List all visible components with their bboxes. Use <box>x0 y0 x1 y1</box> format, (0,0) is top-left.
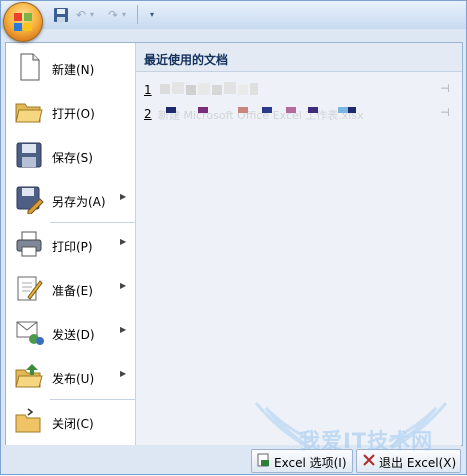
save-icon[interactable] <box>53 7 69 23</box>
exit-excel-label: 退出 Excel(X) <box>379 456 457 470</box>
menu-item-save-as[interactable]: 另存为(A) ▶ <box>6 178 135 222</box>
menu-footer: Excel 选项(I) 退出 Excel(X) <box>5 445 461 473</box>
prepare-icon <box>17 276 43 301</box>
menu-item-close[interactable]: 关闭(C) <box>6 400 135 444</box>
pin-icon[interactable]: ⊣ <box>440 107 454 118</box>
menu-item-label: 保存(S) <box>52 151 93 165</box>
recent-documents-header: 最近使用的文档 <box>136 43 462 72</box>
recent-documents-title: 最近使用的文档 <box>144 53 229 67</box>
menu-item-label: 准备(E) <box>52 284 93 298</box>
menu-item-open[interactable]: 打开(O) <box>6 90 135 134</box>
menu-item-label: 另存为(A) <box>52 195 106 209</box>
submenu-arrow-icon: ▶ <box>120 192 127 201</box>
menu-item-print[interactable]: 打印(P) ▶ <box>6 223 135 267</box>
excel-options-label: Excel 选项(I) <box>274 456 347 470</box>
menu-item-label: 发布(U) <box>52 372 95 386</box>
pin-icon[interactable]: ⊣ <box>440 83 454 94</box>
save-as-icon <box>16 186 44 214</box>
save-disk-icon <box>16 142 42 168</box>
recent-document-number: 1 <box>144 83 152 97</box>
recent-document-number: 2 <box>144 107 152 121</box>
submenu-arrow-icon: ▶ <box>120 281 127 290</box>
redo-dropdown-icon[interactable]: ▾ <box>119 7 129 23</box>
office-logo-icon <box>14 13 32 31</box>
menu-item-label: 关闭(C) <box>52 417 94 431</box>
send-icon <box>16 321 44 345</box>
exit-excel-button[interactable]: 退出 Excel(X) <box>356 449 461 473</box>
submenu-arrow-icon: ▶ <box>120 325 127 334</box>
toolbar-separator <box>137 5 138 24</box>
undo-dropdown-icon[interactable]: ▾ <box>87 7 97 23</box>
blurred-filename <box>160 82 258 95</box>
excel-options-button[interactable]: Excel 选项(I) <box>251 449 353 473</box>
customize-toolbar-icon[interactable]: ▾ <box>147 7 157 23</box>
menu-item-send[interactable]: 发送(D) ▶ <box>6 311 135 355</box>
office-menu: 新建(N) 打开(O) 保存(S) 另存为(A) ▶ 打印(P) ▶ 准备(E)… <box>5 42 463 446</box>
menu-item-save[interactable]: 保存(S) <box>6 134 135 178</box>
recent-documents-panel: 最近使用的文档 1 ⊣ 2 新建 Microsoft Office Excel … <box>136 43 462 445</box>
menu-item-new[interactable]: 新建(N) <box>6 46 135 90</box>
publish-icon <box>15 364 43 388</box>
submenu-arrow-icon: ▶ <box>120 369 127 378</box>
recent-document-1[interactable]: 1 ⊣ <box>144 81 460 99</box>
quick-access-toolbar: ↶ ▾ ↷ ▾ ▾ <box>1 1 466 29</box>
menu-item-prepare[interactable]: 准备(E) ▶ <box>6 267 135 311</box>
new-document-icon <box>20 53 40 81</box>
menu-item-publish[interactable]: 发布(U) ▶ <box>6 355 135 399</box>
excel-window: ↶ ▾ ↷ ▾ ▾ 新建(N) 打开(O) 保存(S) 另存为(A) ▶ 打印(… <box>0 0 467 475</box>
blurred-filename-overlay <box>166 107 356 113</box>
exit-icon <box>363 454 375 466</box>
printer-icon <box>16 231 42 257</box>
submenu-arrow-icon: ▶ <box>120 237 127 246</box>
options-icon <box>257 453 269 467</box>
menu-item-label: 打开(O) <box>52 107 95 121</box>
office-button[interactable] <box>3 2 43 42</box>
open-folder-icon <box>15 103 43 123</box>
recent-document-2[interactable]: 2 新建 Microsoft Office Excel 工作表.xlsx ⊣ <box>144 105 460 123</box>
menu-item-label: 发送(D) <box>52 328 95 342</box>
menu-item-label: 打印(P) <box>52 240 93 254</box>
menu-item-label: 新建(N) <box>52 63 95 77</box>
close-folder-icon <box>15 408 41 433</box>
menu-commands: 新建(N) 打开(O) 保存(S) 另存为(A) ▶ 打印(P) ▶ 准备(E)… <box>6 43 135 445</box>
